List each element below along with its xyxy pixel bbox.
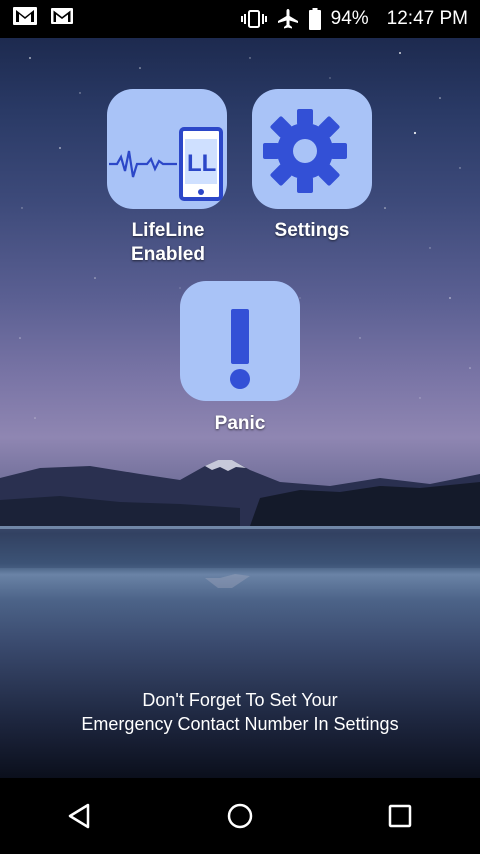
recents-icon bbox=[388, 804, 412, 828]
screen: 94% 12:47 PM LL LifeLine Enabled Setting… bbox=[0, 0, 480, 854]
lifeline-logo-text: LL bbox=[187, 150, 216, 177]
wallpaper bbox=[0, 38, 480, 778]
panic-label[interactable]: Panic bbox=[180, 412, 300, 436]
vibrate-icon bbox=[240, 9, 267, 29]
gmail-icon bbox=[50, 7, 74, 31]
home-icon bbox=[227, 803, 253, 829]
lifeline-label-line1: LifeLine bbox=[131, 220, 205, 241]
battery-percent: 94% bbox=[330, 8, 369, 29]
back-icon bbox=[68, 803, 90, 829]
message-line2: Emergency Contact Number In Settings bbox=[81, 714, 399, 734]
gmail-icon bbox=[12, 6, 38, 32]
lifeline-label-line2: Enabled bbox=[131, 244, 205, 265]
home-button[interactable] bbox=[210, 786, 270, 846]
mountain-landscape bbox=[0, 460, 480, 588]
stars bbox=[19, 52, 471, 419]
gear-icon bbox=[263, 109, 347, 193]
settings-label[interactable]: Settings bbox=[252, 219, 372, 243]
battery-icon bbox=[308, 8, 321, 30]
lifeline-tile[interactable]: LL bbox=[107, 89, 227, 209]
airplane-icon bbox=[277, 8, 299, 30]
exclamation-icon bbox=[230, 309, 250, 389]
navigation-bar bbox=[0, 778, 480, 854]
message-line1: Don't Forget To Set Your bbox=[142, 690, 338, 710]
recents-button[interactable] bbox=[370, 786, 430, 846]
clock: 12:47 PM bbox=[386, 8, 468, 29]
contact-reminder-message: Don't Forget To Set Your Emergency Conta… bbox=[0, 688, 480, 736]
back-button[interactable] bbox=[50, 786, 110, 846]
panic-tile[interactable] bbox=[180, 281, 300, 401]
lifeline-label[interactable]: LifeLine Enabled bbox=[108, 219, 228, 267]
status-bar: 94% 12:47 PM bbox=[0, 0, 480, 38]
heartbeat-phone-icon: LL bbox=[109, 127, 223, 201]
settings-tile[interactable] bbox=[252, 89, 372, 209]
